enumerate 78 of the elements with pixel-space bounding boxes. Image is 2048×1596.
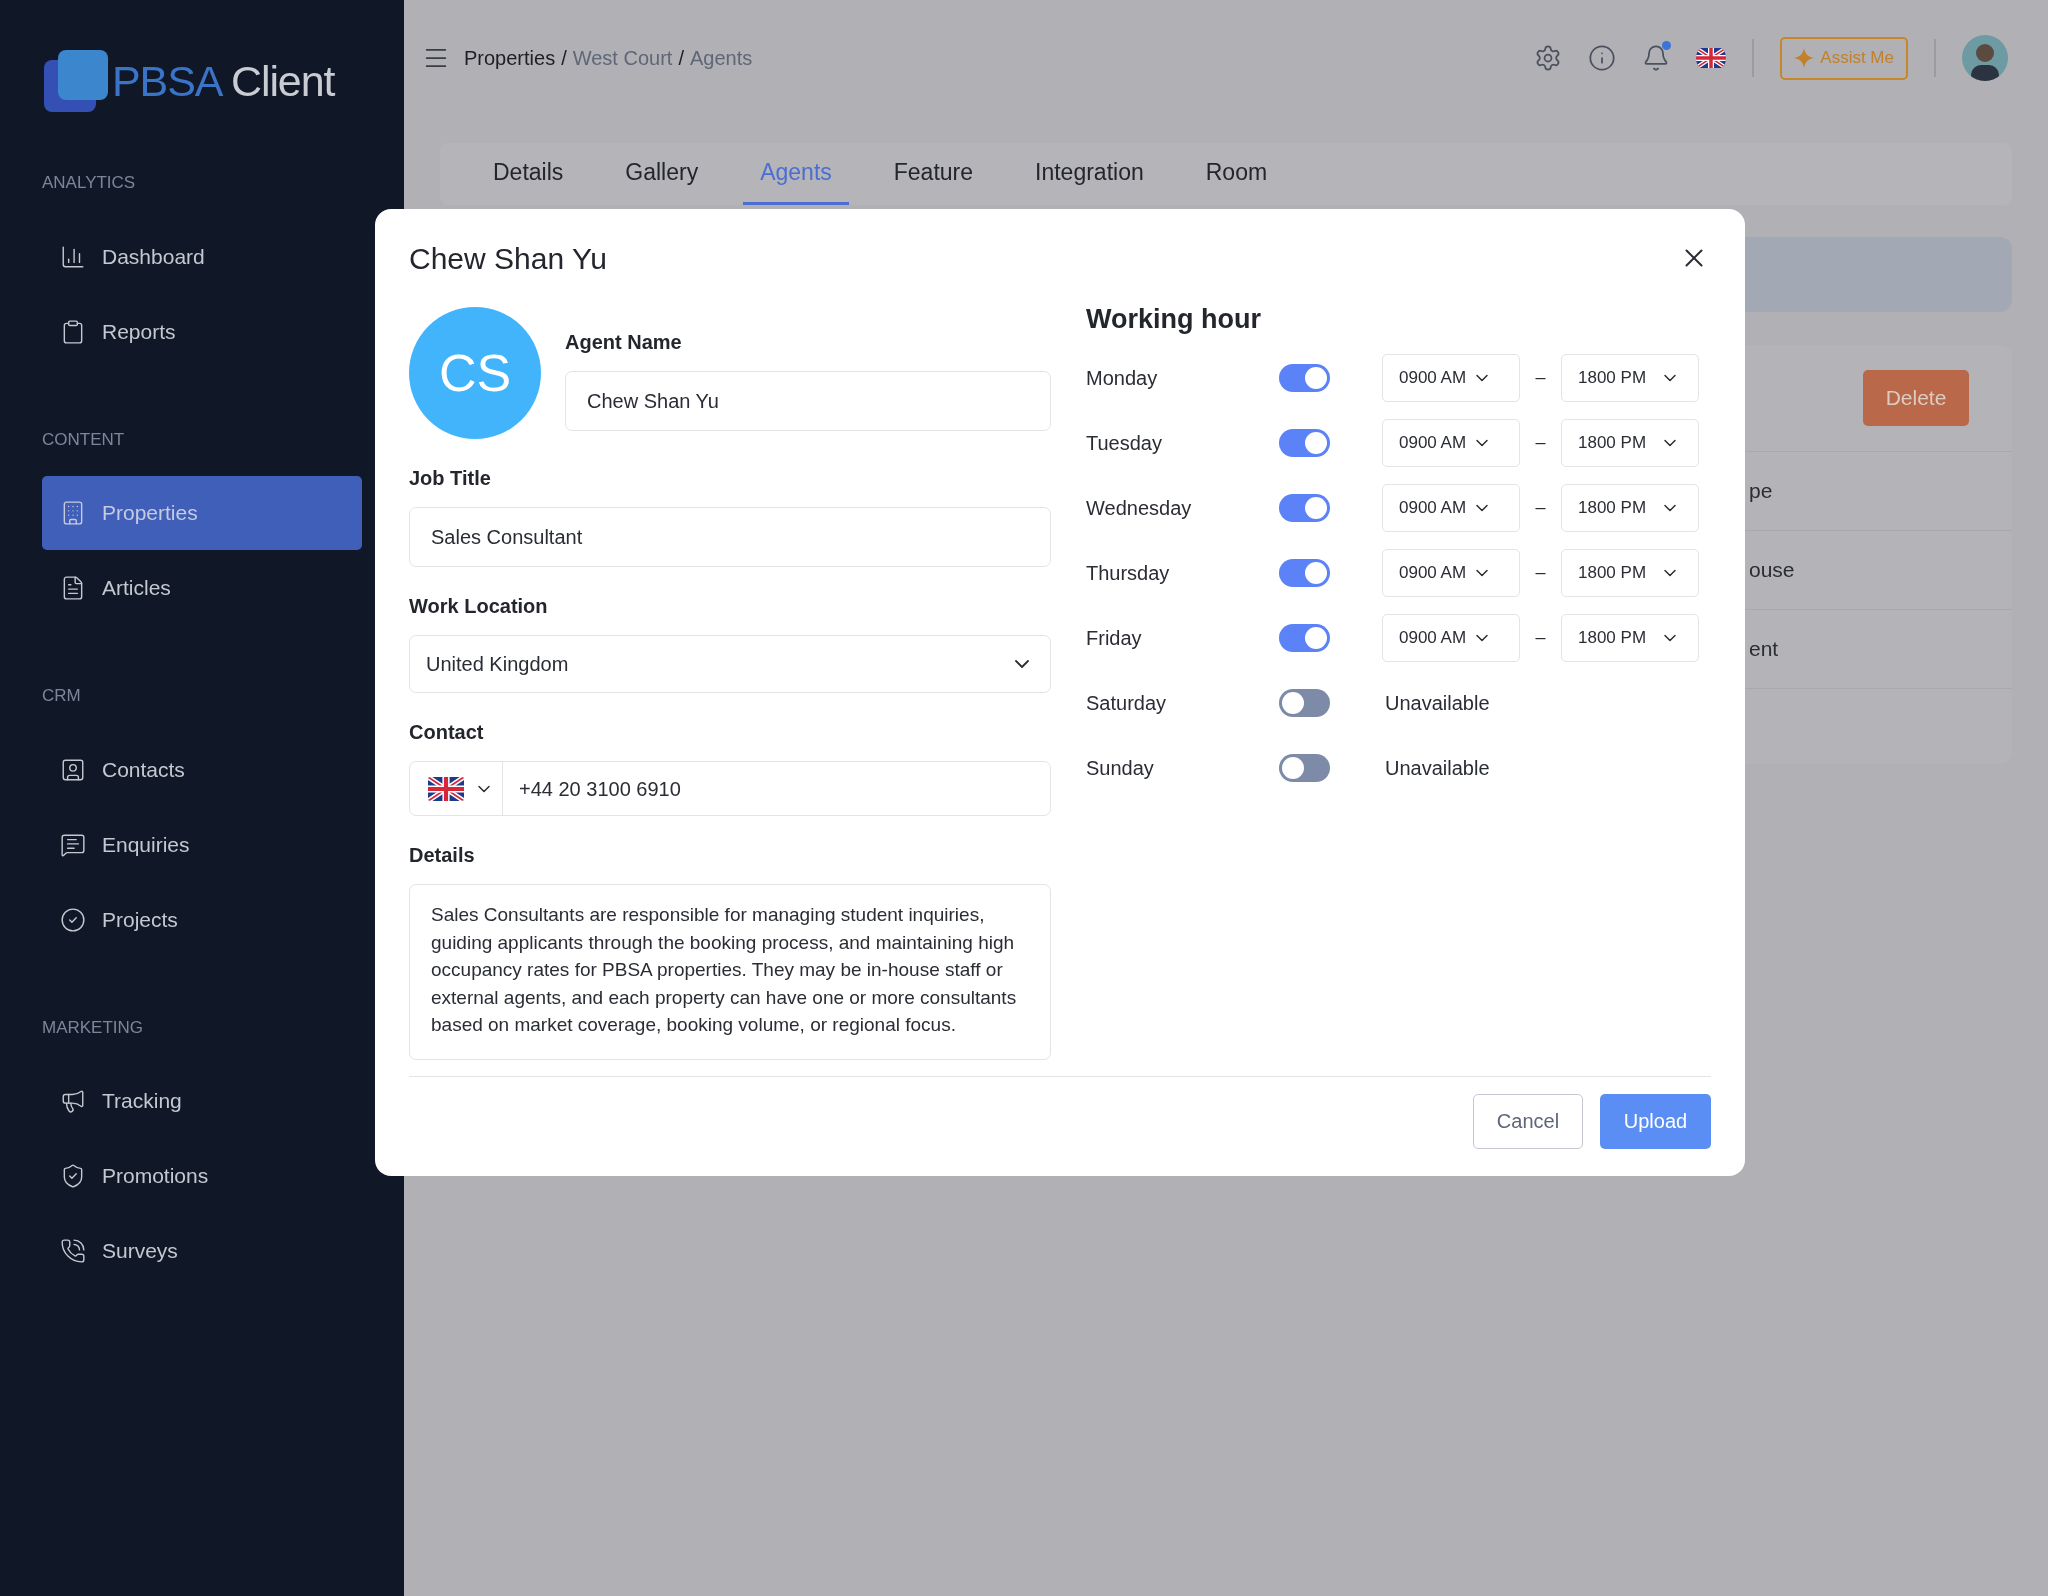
sidebar-item[interactable]: Projects — [42, 882, 362, 957]
breadcrumb-link[interactable]: Properties — [464, 43, 556, 73]
field-label: Work Location — [409, 594, 549, 619]
table-cell-text: ent — [1749, 636, 1779, 663]
time-select[interactable]: 0900 AM — [1382, 613, 1520, 662]
time-select[interactable]: 1800 PM — [1561, 613, 1699, 662]
field-label: Agent Name — [565, 330, 683, 355]
field-label: Contact — [409, 720, 485, 745]
section-heading: MARKETING — [42, 1016, 145, 1039]
check-circle-icon — [60, 906, 86, 933]
day-label: Thursday — [1086, 560, 1171, 586]
day-label: Wednesday — [1086, 495, 1193, 521]
range-dash: – — [1534, 496, 1547, 519]
day-label: Saturday — [1086, 690, 1168, 716]
sidebar-item[interactable]: Contacts — [42, 732, 362, 807]
time-select[interactable]: 0900 AM — [1382, 483, 1520, 532]
table-cell-text: ouse — [1749, 557, 1795, 584]
sidebar-item[interactable]: Tracking — [42, 1064, 362, 1138]
time-select[interactable]: 0900 AM — [1382, 548, 1520, 597]
section-heading: CONTENT — [42, 428, 126, 451]
unavailable-label: Unavailable — [1385, 755, 1490, 781]
phone-icon — [60, 1238, 86, 1264]
toggle-switch[interactable] — [1279, 493, 1330, 522]
day-label: Sunday — [1086, 755, 1155, 781]
sidebar-item[interactable]: Dashboard — [42, 219, 362, 294]
uk-flag-icon — [428, 776, 464, 801]
range-dash: – — [1534, 431, 1547, 454]
range-dash: – — [1534, 626, 1547, 649]
user-avatar[interactable] — [1962, 35, 2008, 81]
dialog-title: Chew Shan Yu — [409, 240, 607, 277]
info-icon[interactable] — [1588, 44, 1617, 72]
breadcrumb-separator: / — [678, 46, 684, 71]
day-label: Friday — [1086, 625, 1143, 651]
sidebar-item[interactable]: Properties — [42, 476, 362, 550]
time-select[interactable]: 0900 AM — [1382, 418, 1520, 467]
breadcrumb-separator: / — [561, 46, 567, 71]
location-select[interactable]: United Kingdom — [409, 635, 1051, 693]
sidebar-item[interactable]: Reports — [42, 294, 362, 369]
toggle-switch[interactable] — [1279, 558, 1330, 587]
tab[interactable]: Details — [476, 143, 581, 205]
day-label: Tuesday — [1086, 430, 1163, 456]
time-select[interactable]: 0900 AM — [1382, 353, 1520, 402]
sidebar-item[interactable]: Articles — [42, 551, 362, 625]
time-select[interactable]: 1800 PM — [1561, 418, 1699, 467]
toggle-switch[interactable] — [1279, 428, 1330, 457]
day-label: Monday — [1086, 365, 1159, 391]
toggle-switch[interactable] — [1279, 623, 1330, 652]
logo-icon — [44, 50, 108, 112]
table-cell-text: pe — [1749, 478, 1773, 505]
logo-text: PBSA Client — [112, 59, 335, 103]
section-title: Working hour — [1086, 303, 1262, 336]
toggle-switch[interactable] — [1279, 688, 1330, 717]
field-label: Details — [409, 843, 476, 868]
section-heading: ANALYTICS — [42, 172, 137, 194]
agent-avatar: CS — [409, 307, 541, 439]
tab[interactable]: Integration — [1018, 143, 1161, 205]
field-label: Job Title — [409, 466, 492, 491]
time-select[interactable]: 1800 PM — [1561, 483, 1699, 532]
time-select[interactable]: 1800 PM — [1561, 353, 1699, 402]
sidebar-item[interactable]: Promotions — [42, 1139, 362, 1213]
section-heading: CRM — [42, 685, 82, 707]
tab[interactable]: Feature — [876, 143, 991, 205]
unavailable-label: Unavailable — [1385, 690, 1490, 716]
details-field[interactable]: Sales Consultants are responsible for managing student inquiries, guiding applicants through the booking process, and maintaining high occupancy rates for PBSA properties. They may be in-house staff or external agents, and each property can have one or more consultants based on market coverage, booking volume, or regional focus. — [409, 884, 1051, 1060]
cancel-button[interactable]: Cancel — [1473, 1093, 1583, 1149]
tab[interactable]: Gallery — [608, 143, 716, 205]
tab[interactable]: Room — [1188, 143, 1285, 205]
toggle-switch[interactable] — [1279, 363, 1330, 392]
input-field[interactable]: Chew Shan Yu — [565, 371, 1051, 431]
input-field[interactable]: Sales Consultant — [409, 507, 1051, 567]
toggle-switch[interactable] — [1279, 753, 1330, 782]
sidebar-item[interactable]: Enquiries — [42, 807, 362, 882]
range-dash: – — [1534, 561, 1547, 584]
time-select[interactable]: 1800 PM — [1561, 548, 1699, 597]
sidebar-item[interactable]: Surveys — [42, 1214, 362, 1288]
range-dash: – — [1534, 366, 1547, 389]
megaphone-icon — [60, 1088, 86, 1114]
sparkle-icon — [1794, 48, 1815, 68]
